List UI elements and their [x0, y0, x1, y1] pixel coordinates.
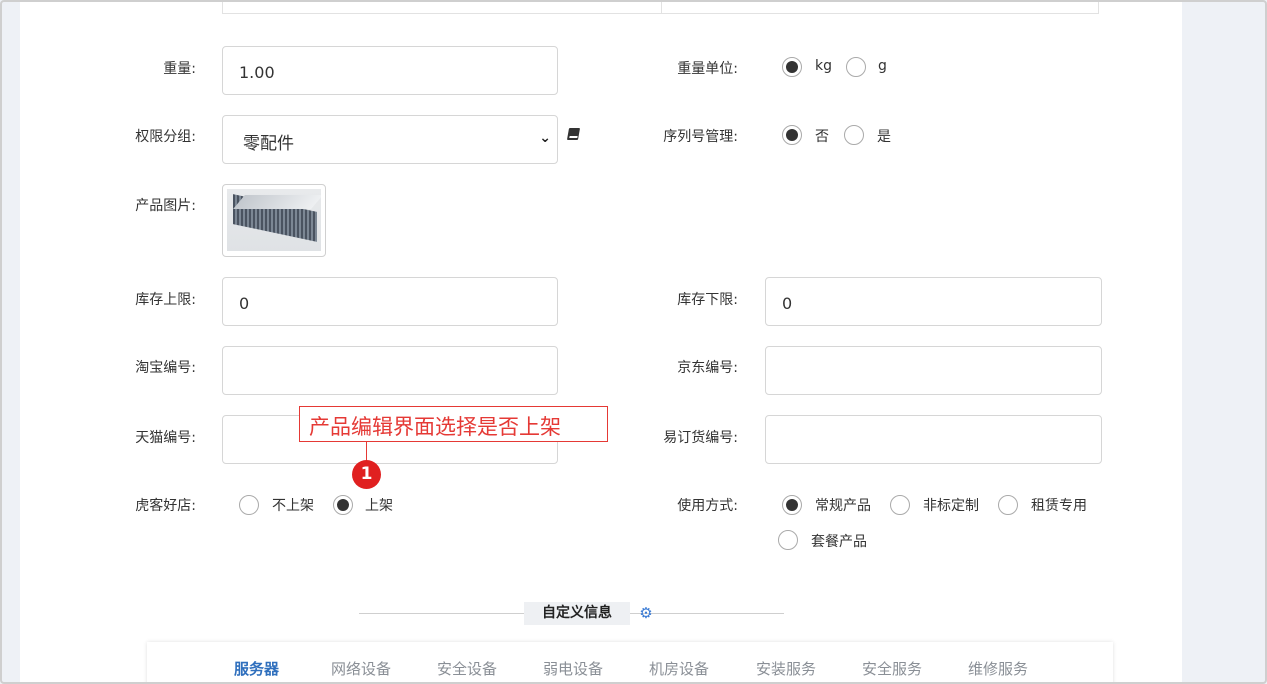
usage-package-label: 套餐产品 [811, 534, 867, 550]
usage-radio-custom[interactable] [890, 495, 910, 515]
serial-mgmt-label: 序列号管理: [663, 129, 738, 145]
stock-upper-label: 库存上限: [135, 292, 196, 308]
tab-repair-services[interactable]: 维修服务 [968, 658, 1028, 679]
app-frame: 重量: 1.00 重量单位: kg g 权限分组: 零配件 ⌄ 序列号管理: 否… [0, 0, 1267, 684]
huke-label: 虎客好店: [135, 498, 196, 514]
tab-datacenter-devices[interactable]: 机房设备 [649, 658, 709, 679]
section-divider-left [359, 613, 525, 614]
yidinghuo-input[interactable] [765, 415, 1102, 464]
weight-unit-g-label: g [878, 58, 887, 74]
usage-radio-regular[interactable] [782, 495, 802, 515]
usage-custom-label: 非标定制 [923, 498, 979, 514]
weight-unit-kg-label: kg [815, 58, 832, 74]
yidinghuo-label: 易订货编号: [663, 430, 738, 446]
chevron-down-icon: ⌄ [539, 130, 551, 146]
huke-radio-on-shelf[interactable] [333, 495, 353, 515]
product-image-label: 产品图片: [135, 198, 196, 214]
usage-radio-package[interactable] [778, 530, 798, 550]
weight-unit-radio-kg[interactable] [782, 57, 802, 77]
permission-group-label: 权限分组: [135, 129, 196, 145]
annotation-number-badge: 1 [352, 460, 381, 489]
serial-mgmt-radio-yes[interactable] [844, 125, 864, 145]
annotation-pointer-line [366, 442, 367, 462]
tmall-label: 天猫编号: [135, 430, 196, 446]
product-edit-form: 重量: 1.00 重量单位: kg g 权限分组: 零配件 ⌄ 序列号管理: 否… [20, 2, 1182, 682]
serial-mgmt-no-label: 否 [815, 129, 829, 145]
usage-label: 使用方式: [677, 498, 738, 514]
product-image-thumbnail[interactable] [222, 184, 326, 257]
tab-network-devices[interactable]: 网络设备 [331, 658, 391, 679]
huke-off-shelf-label: 不上架 [272, 498, 314, 514]
tab-low-voltage-devices[interactable]: 弱电设备 [543, 658, 603, 679]
huke-on-shelf-label: 上架 [365, 498, 393, 514]
taobao-label: 淘宝编号: [135, 360, 196, 376]
heatsink-image [227, 189, 321, 251]
previous-row-inputs [222, 2, 1099, 14]
weight-unit-radio-g[interactable] [846, 57, 866, 77]
tab-installation-services[interactable]: 安装服务 [756, 658, 816, 679]
taobao-input[interactable] [222, 346, 558, 395]
stock-upper-input[interactable]: 0 [222, 277, 558, 326]
custom-category-tabs: 服务器 网络设备 安全设备 弱电设备 机房设备 安装服务 安全服务 维修服务 [147, 642, 1113, 682]
stock-lower-input[interactable]: 0 [765, 277, 1102, 326]
usage-rental-label: 租赁专用 [1031, 498, 1087, 514]
annotation-callout: 产品编辑界面选择是否上架 [299, 406, 608, 442]
usage-radio-rental[interactable] [998, 495, 1018, 515]
gear-icon[interactable]: ⚙ [638, 605, 654, 621]
tab-security-services[interactable]: 安全服务 [862, 658, 922, 679]
permission-group-value: 零配件 [243, 134, 294, 154]
serial-mgmt-yes-label: 是 [877, 129, 891, 145]
tab-servers[interactable]: 服务器 [234, 658, 279, 679]
jd-label: 京东编号: [677, 360, 738, 376]
tab-security-devices[interactable]: 安全设备 [437, 658, 497, 679]
permission-group-select[interactable]: 零配件 ⌄ [222, 115, 558, 164]
custom-section-title: 自定义信息 [524, 602, 630, 625]
usage-regular-label: 常规产品 [815, 498, 871, 514]
book-icon[interactable] [566, 128, 581, 140]
huke-radio-off-shelf[interactable] [239, 495, 259, 515]
weight-label: 重量: [163, 61, 196, 77]
weight-unit-label: 重量单位: [677, 61, 738, 77]
jd-input[interactable] [765, 346, 1102, 395]
weight-input[interactable]: 1.00 [222, 46, 558, 95]
stock-lower-label: 库存下限: [677, 292, 738, 308]
serial-mgmt-radio-no[interactable] [782, 125, 802, 145]
